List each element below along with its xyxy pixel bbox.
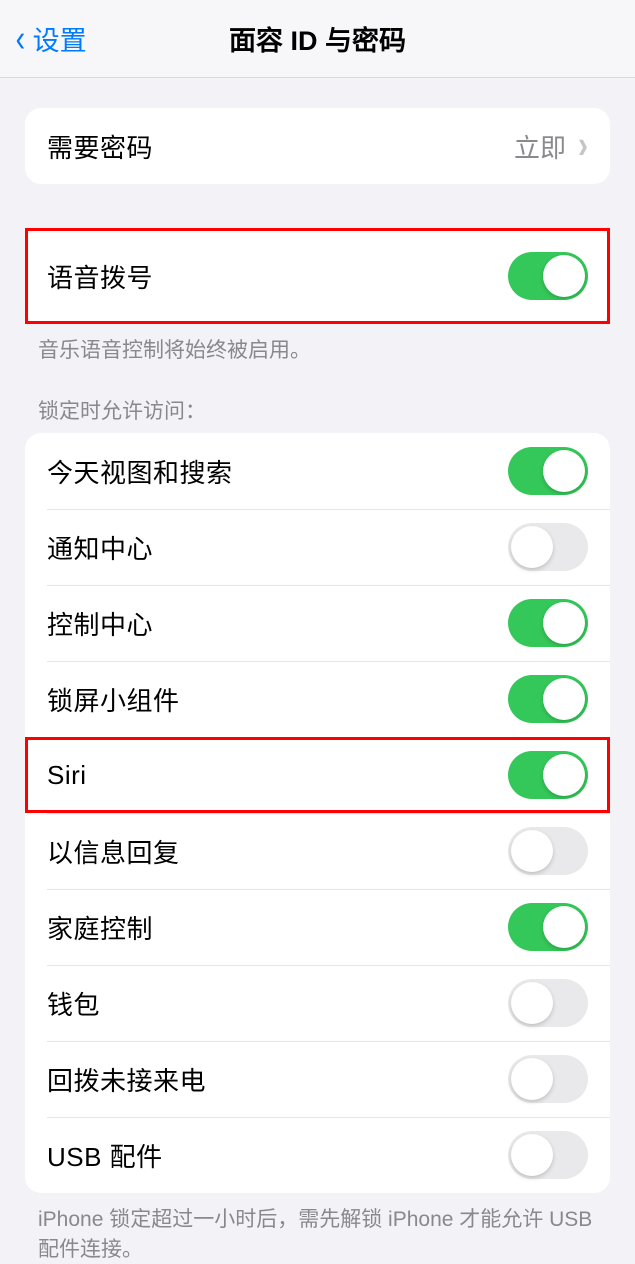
lock-access-toggle[interactable] [508, 903, 588, 951]
lock-access-toggle[interactable] [508, 1131, 588, 1179]
lock-access-item-label: USB 配件 [47, 1137, 163, 1174]
voice-dial-label: 语音拨号 [47, 258, 153, 295]
require-passcode-row[interactable]: 需要密码 立即 › [25, 108, 610, 184]
voice-dial-toggle[interactable] [508, 252, 588, 300]
lock-access-row: 锁屏小组件 [25, 661, 610, 737]
lock-access-row: 以信息回复 [25, 813, 610, 889]
lock-access-item-label: 控制中心 [47, 605, 153, 642]
chevron-left-icon: ‹ [16, 20, 25, 58]
require-passcode-group: 需要密码 立即 › [25, 108, 610, 184]
lock-access-toggle[interactable] [508, 979, 588, 1027]
back-button[interactable]: ‹ 设置 [0, 19, 87, 58]
lock-access-item-label: 以信息回复 [47, 833, 180, 870]
lock-access-row: 控制中心 [25, 585, 610, 661]
chevron-right-icon: › [578, 124, 588, 168]
lock-access-toggle[interactable] [508, 675, 588, 723]
lock-access-row: 今天视图和搜索 [25, 433, 610, 509]
lock-access-row: USB 配件 [25, 1117, 610, 1193]
lock-access-toggle[interactable] [508, 751, 588, 799]
lock-access-item-label: Siri [47, 760, 87, 791]
lock-access-item-label: 回拨未接来电 [47, 1061, 206, 1098]
lock-access-row: 通知中心 [25, 509, 610, 585]
voice-dial-row: 语音拨号 [25, 228, 610, 324]
lock-access-toggle[interactable] [508, 523, 588, 571]
lock-access-toggle[interactable] [508, 599, 588, 647]
lock-access-row: 回拨未接来电 [25, 1041, 610, 1117]
navigation-bar: ‹ 设置 面容 ID 与密码 [0, 0, 635, 78]
lock-access-header: 锁定时允许访问： [0, 365, 635, 433]
require-passcode-value: 立即 [514, 128, 566, 165]
lock-access-item-label: 钱包 [47, 985, 100, 1022]
lock-access-toggle[interactable] [508, 1055, 588, 1103]
lock-access-row: 钱包 [25, 965, 610, 1041]
lock-access-row: Siri [25, 737, 610, 813]
lock-access-row: 家庭控制 [25, 889, 610, 965]
lock-access-item-label: 今天视图和搜索 [47, 453, 233, 490]
page-title: 面容 ID 与密码 [0, 19, 635, 58]
voice-dial-footer: 音乐语音控制将始终被启用。 [0, 324, 635, 365]
lock-access-toggle[interactable] [508, 827, 588, 875]
lock-access-item-label: 通知中心 [47, 529, 153, 566]
lock-access-item-label: 家庭控制 [47, 909, 153, 946]
lock-access-footer: iPhone 锁定超过一小时后，需先解锁 iPhone 才能允许 USB 配件连… [0, 1193, 635, 1264]
voice-dial-group: 语音拨号 [25, 228, 610, 324]
lock-access-item-label: 锁屏小组件 [47, 681, 180, 718]
require-passcode-label: 需要密码 [47, 128, 153, 165]
lock-access-group: 今天视图和搜索通知中心控制中心锁屏小组件 Siri 以信息回复家庭控制钱包回拨未接来… [25, 433, 610, 1193]
back-label: 设置 [33, 19, 87, 58]
lock-access-toggle[interactable] [508, 447, 588, 495]
